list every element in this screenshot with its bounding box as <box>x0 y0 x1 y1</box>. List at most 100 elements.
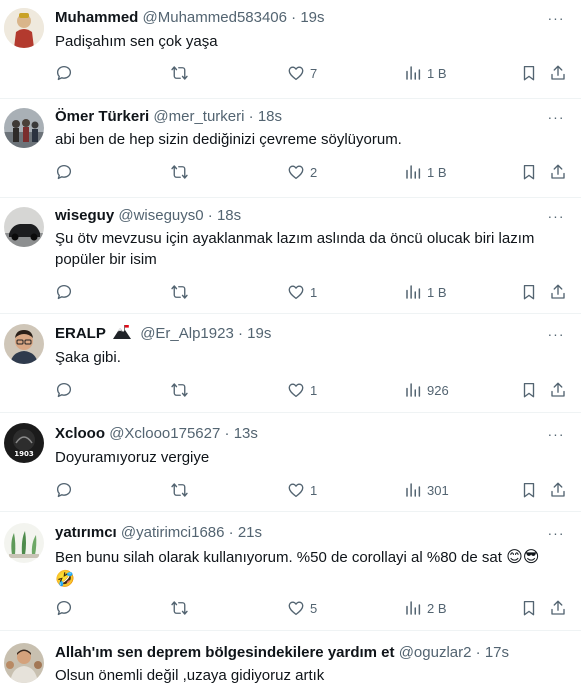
reply-button[interactable] <box>55 63 78 83</box>
share-icon <box>551 65 565 80</box>
retweet-icon <box>171 165 188 179</box>
avatar-logo-text: 1903 <box>14 450 34 458</box>
timestamp[interactable]: 21s <box>238 524 262 541</box>
bookmark-button[interactable] <box>520 480 538 500</box>
tweet-actions: 2 1 B <box>55 162 569 182</box>
retweet-button[interactable] <box>170 598 194 618</box>
retweet-button[interactable] <box>170 282 194 302</box>
like-button[interactable]: 1 <box>287 282 317 302</box>
views-button[interactable]: 1 B <box>404 63 447 83</box>
like-button[interactable]: 5 <box>287 598 317 618</box>
bookmark-button[interactable] <box>520 380 538 400</box>
heart-icon <box>288 285 304 300</box>
avatar[interactable] <box>4 324 44 364</box>
tweet-header: Muhammed @Muhammed583406 · 19s <box>55 8 541 28</box>
handle[interactable]: @oguzlar2 <box>399 644 472 661</box>
avatar-car-icon <box>4 207 44 247</box>
handle[interactable]: @mer_turkeri <box>153 108 244 125</box>
tweet-text-block: Ben bunu silah olarak kullanıyorum. %50 … <box>55 546 563 589</box>
share-button[interactable] <box>549 63 567 83</box>
like-button[interactable]: 2 <box>287 162 317 182</box>
tweet[interactable]: wiseguy @wiseguys0 · 18s ··· Şu ötv mevz… <box>0 198 581 314</box>
reply-button[interactable] <box>55 480 78 500</box>
handle[interactable]: @Xclooo175627 <box>109 425 220 442</box>
bookmark-icon <box>523 382 535 398</box>
share-button[interactable] <box>549 598 567 618</box>
avatar[interactable] <box>4 8 44 48</box>
more-options-icon[interactable]: ··· <box>545 523 567 543</box>
tweet-text: abi ben de hep sizin dediğinizi çevreme … <box>55 131 402 148</box>
retweet-button[interactable] <box>170 380 194 400</box>
display-name[interactable]: Ömer Türkeri <box>55 108 149 125</box>
avatar[interactable] <box>4 643 44 683</box>
tweet-header: wiseguy @wiseguys0 · 18s <box>55 206 541 226</box>
like-button[interactable]: 7 <box>287 63 317 83</box>
like-button[interactable]: 1 <box>287 480 317 500</box>
separator-dot: · <box>224 425 230 442</box>
retweet-button[interactable] <box>170 162 194 182</box>
handle[interactable]: @Muhammed583406 <box>143 9 287 26</box>
display-name[interactable]: ERALP <box>55 325 106 342</box>
display-name[interactable]: Allah'ım sen deprem bölgesindekilere yar… <box>55 644 395 661</box>
tweet-header: Allah'ım sen deprem bölgesindekilere yar… <box>55 643 561 663</box>
reply-button[interactable] <box>55 380 78 400</box>
more-options-icon[interactable]: ··· <box>545 107 567 127</box>
reply-button[interactable] <box>55 282 78 302</box>
retweet-button[interactable] <box>170 63 194 83</box>
views-count: 1 B <box>427 284 447 300</box>
mountain-flag-emoji-icon <box>113 325 132 339</box>
views-button[interactable]: 2 B <box>404 598 447 618</box>
handle[interactable]: @wiseguys0 <box>118 207 203 224</box>
display-name[interactable]: Muhammed <box>55 9 138 26</box>
timestamp[interactable]: 19s <box>247 325 271 342</box>
bookmark-button[interactable] <box>520 598 538 618</box>
tweet[interactable]: Ömer Türkeri @mer_turkeri · 18s ··· abi … <box>0 99 581 198</box>
bookmark-button[interactable] <box>520 63 538 83</box>
tweet[interactable]: 1903 Xclooo @Xclooo175627 · 13s ··· Doyu… <box>0 413 581 512</box>
share-button[interactable] <box>549 282 567 302</box>
handle[interactable]: @yatirimci1686 <box>121 524 225 541</box>
share-button[interactable] <box>549 162 567 182</box>
tweet[interactable]: ERALP @Er_Alp1923 · 19s ··· Şaka gibi. 1… <box>0 314 581 413</box>
more-options-icon[interactable]: ··· <box>545 8 567 28</box>
avatar[interactable] <box>4 523 44 563</box>
views-button[interactable]: 926 <box>404 380 449 400</box>
timestamp[interactable]: 18s <box>217 207 241 224</box>
avatar[interactable] <box>4 207 44 247</box>
tweet-text: Doyuramıyoruz vergiye <box>55 449 210 466</box>
avatar[interactable] <box>4 108 44 148</box>
analytics-icon <box>406 601 421 615</box>
analytics-icon <box>406 285 421 299</box>
display-name[interactable]: wiseguy <box>55 207 114 224</box>
timestamp[interactable]: 18s <box>258 108 282 125</box>
tweet[interactable]: Muhammed @Muhammed583406 · 19s ··· Padiş… <box>0 0 581 99</box>
display-name[interactable]: yatırımcı <box>55 524 117 541</box>
display-name[interactable]: Xclooo <box>55 425 105 442</box>
timestamp[interactable]: 19s <box>300 9 324 26</box>
bookmark-button[interactable] <box>520 162 538 182</box>
share-button[interactable] <box>549 480 567 500</box>
timestamp[interactable]: 17s <box>485 644 509 661</box>
avatar-figurine-icon <box>4 8 44 48</box>
views-button[interactable]: 1 B <box>404 162 447 182</box>
views-button[interactable]: 301 <box>404 480 449 500</box>
more-options-icon[interactable]: ··· <box>545 424 567 444</box>
like-button[interactable]: 1 <box>287 380 317 400</box>
reply-button[interactable] <box>55 162 78 182</box>
tweet[interactable]: Allah'ım sen deprem bölgesindekilere yar… <box>0 631 581 691</box>
tweet[interactable]: yatırımcı @yatirimci1686 · 21s ··· Ben b… <box>0 512 581 631</box>
like-count: 5 <box>310 600 318 616</box>
reply-button[interactable] <box>55 598 78 618</box>
timestamp[interactable]: 13s <box>234 425 258 442</box>
handle[interactable]: @Er_Alp1923 <box>140 325 234 342</box>
tweet-text: Şu ötv mevzusu için ayaklanmak lazım asl… <box>55 230 535 268</box>
more-options-icon[interactable]: ··· <box>545 206 567 226</box>
retweet-button[interactable] <box>170 480 194 500</box>
more-options-icon[interactable]: ··· <box>545 324 567 344</box>
bookmark-button[interactable] <box>520 282 538 302</box>
tweet-header: Xclooo @Xclooo175627 · 13s <box>55 424 541 444</box>
views-button[interactable]: 1 B <box>404 282 447 302</box>
avatar[interactable]: 1903 <box>4 423 44 463</box>
share-button[interactable] <box>549 380 567 400</box>
tweet-header: yatırımcı @yatirimci1686 · 21s <box>55 523 541 543</box>
